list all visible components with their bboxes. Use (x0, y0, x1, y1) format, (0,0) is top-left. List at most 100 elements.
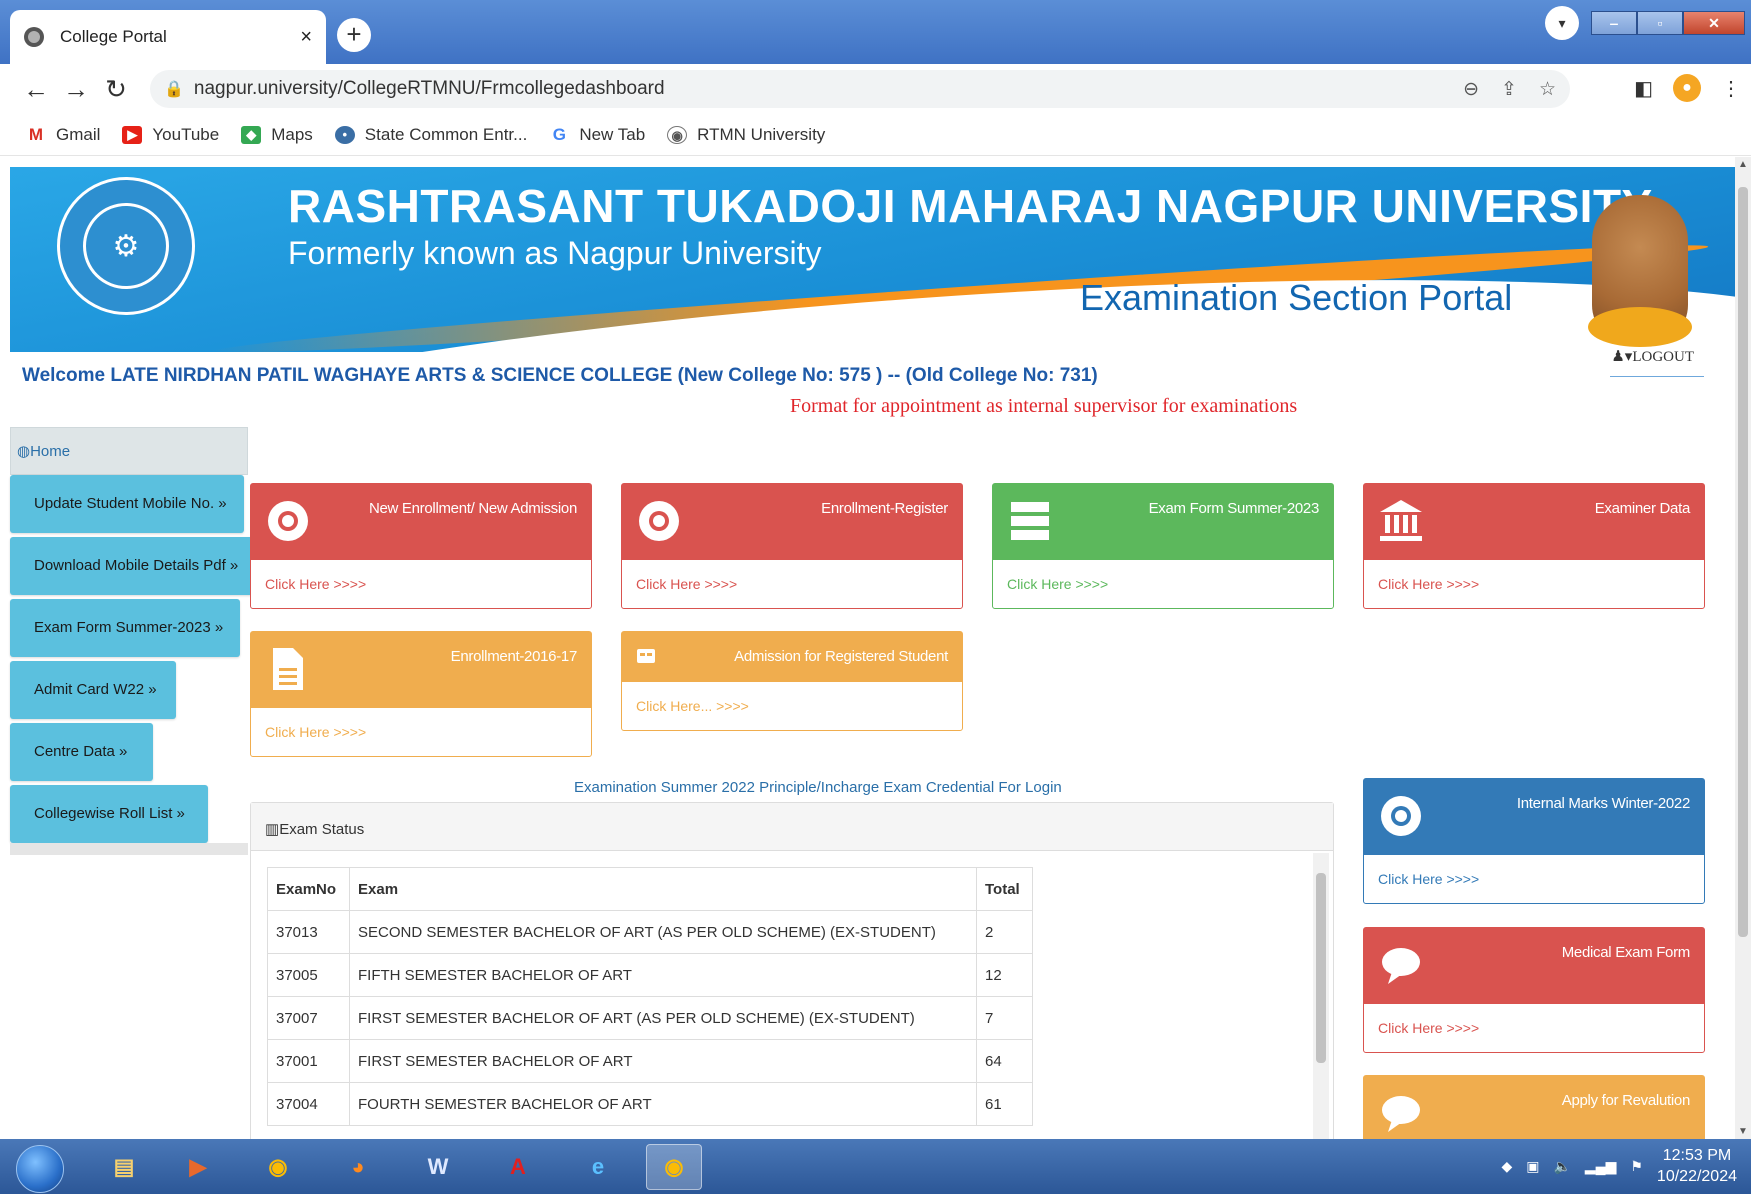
bookmark-star-icon[interactable]: ☆ (1539, 78, 1556, 101)
chrome-icon[interactable]: ◉ (250, 1144, 306, 1190)
youtube-icon: ▶ (122, 125, 143, 144)
university-former-name: Formerly known as Nagpur University (288, 235, 822, 271)
signal-icon[interactable]: ▂▄▆ (1585, 1158, 1616, 1175)
state-common-icon: • (334, 125, 355, 144)
sidebar-item-download-mobile-pdf[interactable]: Download Mobile Details Pdf » (10, 537, 255, 595)
browser-tab-strip: College Portal × + ▾ ‒ ▫ ✕ (0, 0, 1751, 64)
firefox-icon[interactable]: ◕ (330, 1144, 386, 1190)
comment-icon (1382, 948, 1420, 984)
university-name: RASHTRASANT TUKADOJI MAHARAJ NAGPUR UNIV… (288, 180, 1653, 232)
comment-icon (1382, 1096, 1420, 1132)
minimize-button[interactable]: ‒ (1591, 11, 1637, 35)
bar-chart-icon: ▥ (265, 821, 280, 838)
profile-avatar[interactable]: ● (1673, 74, 1701, 102)
sidebar-item-exam-form[interactable]: Exam Form Summer-2023 » (10, 599, 240, 657)
zoom-icon[interactable]: ⊖ (1463, 78, 1479, 101)
scroll-down-icon[interactable]: ▼ (1735, 1126, 1751, 1137)
card-link[interactable]: Click Here >>>> (1364, 1004, 1704, 1052)
table-row: 37005 FIFTH SEMESTER BACHELOR OF ART 12 (267, 953, 1033, 997)
panel-title: Exam Status (279, 821, 365, 838)
reload-icon[interactable]: ↻ (96, 74, 136, 105)
column-header: ExamNo (267, 867, 350, 911)
card-link[interactable]: Click Here >>>> (622, 560, 962, 608)
side-panel-icon[interactable]: ◧ (1634, 76, 1653, 101)
network-icon[interactable]: ◆ (1501, 1158, 1512, 1175)
university-seal-logo: ⚙ (57, 177, 195, 315)
action-center-flag-icon[interactable]: ⚑ (1630, 1158, 1643, 1175)
university-banner: ⚙ RASHTRASANT TUKADOJI MAHARAJ NAGPUR UN… (10, 167, 1735, 352)
page-scrollbar[interactable]: ▲ ▼ (1735, 157, 1751, 1139)
acrobat-icon[interactable]: A (490, 1144, 546, 1190)
panel-scrollbar[interactable] (1313, 853, 1329, 1139)
card-link[interactable]: Click Here >>>> (993, 560, 1333, 608)
scroll-up-icon[interactable]: ▲ (1735, 159, 1751, 170)
card-link[interactable]: Click Here >>>> (1364, 855, 1704, 903)
sidebar-home[interactable]: ◍Home (10, 427, 248, 475)
lifebuoy-icon (1381, 796, 1421, 836)
lifebuoy-icon (639, 501, 679, 541)
credential-login-link[interactable]: Examination Summer 2022 Principle/Inchar… (574, 779, 1062, 796)
menu-kebab-icon[interactable]: ⋮ (1721, 76, 1741, 101)
chrome-active-icon[interactable]: ◉ (646, 1144, 702, 1190)
sidebar-item-roll-list[interactable]: Collegewise Roll List » (10, 785, 208, 843)
tab-close-button[interactable]: × (300, 26, 312, 49)
maximize-button[interactable]: ▫ (1637, 11, 1683, 35)
url-bar[interactable]: 🔒 nagpur.university/CollegeRTMNU/Frmcoll… (150, 70, 1570, 108)
card-revaluation: Apply for Revalution (1363, 1075, 1705, 1139)
rtmn-icon: ◉ (667, 125, 688, 144)
bookmark-state-common[interactable]: • State Common Entr... (334, 125, 527, 145)
bookmarks-bar: M Gmail ▶ YouTube ◆ Maps • State Common Entr… (0, 114, 1751, 156)
user-icon: ♟▾ (1611, 349, 1633, 365)
table-row: 37004 FOURTH SEMESTER BACHELOR OF ART 61 (267, 1082, 1033, 1126)
volume-icon[interactable]: 🔈 (1553, 1158, 1570, 1175)
card-link[interactable]: Click Here >>>> (1364, 560, 1704, 608)
welcome-text: Welcome LATE NIRDHAN PATIL WAGHAYE ARTS … (22, 365, 1098, 386)
browser-tab[interactable]: College Portal × (10, 10, 326, 64)
card-link[interactable]: Click Here >>>> (251, 708, 591, 756)
sidebar-item-centre-data[interactable]: Centre Data » (10, 723, 153, 781)
close-window-button[interactable]: ✕ (1683, 11, 1745, 35)
lock-icon: 🔒 (164, 81, 184, 98)
document-icon (273, 648, 303, 690)
tab-search-icon[interactable]: ▾ (1545, 6, 1579, 40)
table-icon (637, 649, 655, 663)
maps-icon: ◆ (241, 125, 262, 144)
bluetooth-icon[interactable]: ▣ (1526, 1158, 1539, 1175)
card-link[interactable]: Click Here... >>>> (622, 682, 962, 730)
card-new-enrollment: New Enrollment/ New Admission Click Here… (250, 483, 592, 609)
column-header: Exam (349, 867, 977, 911)
window-controls: ▾ ‒ ▫ ✕ (1545, 6, 1745, 40)
back-arrow-icon[interactable]: ← (16, 74, 56, 105)
share-icon[interactable]: ⇪ (1501, 78, 1517, 101)
google-icon: G (549, 125, 570, 144)
sidebar: ◍Home Update Student Mobile No. » Downlo… (10, 427, 255, 855)
clock[interactable]: 12:53 PM 10/22/2024 (1657, 1145, 1737, 1187)
notice-link[interactable]: Format for appointment as internal super… (790, 395, 1297, 418)
institution-icon (1380, 500, 1422, 541)
dashboard-icon: ◍ (17, 443, 31, 460)
column-header: Total (976, 867, 1033, 911)
new-tab-button[interactable]: + (337, 18, 371, 52)
start-button-icon[interactable] (16, 1145, 64, 1193)
bookmark-new-tab[interactable]: G New Tab (549, 125, 645, 145)
media-player-icon[interactable]: ▶ (170, 1144, 226, 1190)
bookmark-maps[interactable]: ◆ Maps (241, 125, 313, 145)
globe-icon (24, 27, 44, 47)
bookmark-gmail[interactable]: M Gmail (26, 125, 100, 145)
url-text[interactable]: nagpur.university/CollegeRTMNU/Frmcolleg… (194, 78, 665, 100)
internet-explorer-icon[interactable]: e (570, 1144, 626, 1190)
word-icon[interactable]: W (410, 1144, 466, 1190)
table-header-row: ExamNo Exam Total (267, 867, 1033, 911)
portal-title: Examination Section Portal (1080, 277, 1513, 318)
card-enrollment-register: Enrollment-Register Click Here >>>> (621, 483, 963, 609)
file-explorer-icon[interactable]: ▤ (96, 1144, 152, 1190)
bookmark-rtmn[interactable]: ◉ RTMN University (667, 125, 825, 145)
card-admission-registered: Admission for Registered Student Click H… (621, 631, 963, 731)
table-row: 37013 SECOND SEMESTER BACHELOR OF ART (AS… (267, 910, 1033, 954)
table-row: 37007 FIRST SEMESTER BACHELOR OF ART (AS … (267, 996, 1033, 1040)
bookmark-youtube[interactable]: ▶ YouTube (122, 125, 219, 145)
sidebar-item-update-mobile[interactable]: Update Student Mobile No. » (10, 475, 244, 533)
card-link[interactable]: Click Here >>>> (251, 560, 591, 608)
forward-arrow-icon[interactable]: → (56, 74, 96, 105)
sidebar-item-admit-card[interactable]: Admit Card W22 » (10, 661, 176, 719)
